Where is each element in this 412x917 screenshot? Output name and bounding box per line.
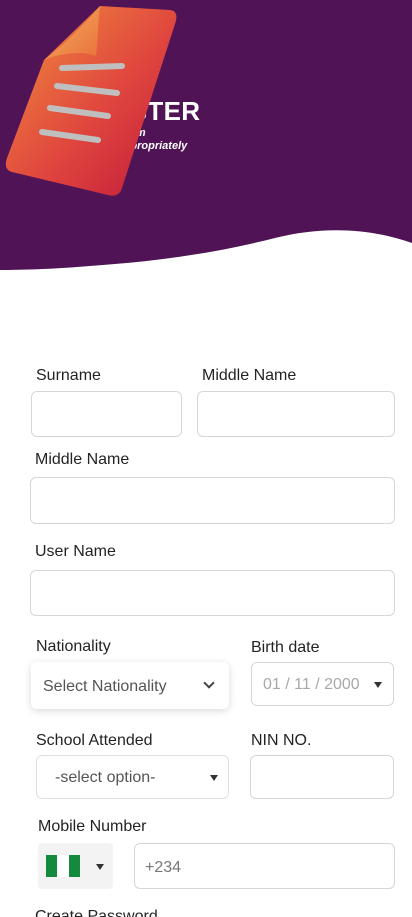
create-password-label: Create Password bbox=[35, 908, 158, 917]
country-code-picker[interactable] bbox=[38, 843, 113, 889]
school-label: School Attended bbox=[36, 732, 153, 749]
dropdown-caret-icon bbox=[374, 682, 382, 688]
nin-field[interactable] bbox=[250, 755, 394, 799]
mobile-number-field[interactable]: +234 bbox=[134, 843, 395, 889]
user-name-field[interactable] bbox=[30, 570, 395, 616]
dropdown-caret-icon bbox=[96, 864, 104, 870]
birth-date-label: Birth date bbox=[251, 639, 320, 656]
nationality-selected: Select Nationality bbox=[43, 678, 167, 695]
nationality-label: Nationality bbox=[36, 638, 111, 655]
chevron-down-icon bbox=[203, 677, 215, 689]
middle-name-field[interactable] bbox=[30, 477, 395, 524]
surname-field[interactable] bbox=[31, 391, 182, 437]
surname-label: Surname bbox=[36, 367, 101, 384]
school-select[interactable]: -select option- bbox=[36, 755, 229, 799]
dropdown-caret-icon bbox=[210, 775, 218, 781]
country-code-text: +234 bbox=[145, 859, 182, 876]
nigeria-flag-icon bbox=[46, 855, 80, 877]
birth-date-value: 01 / 11 / 2000 bbox=[263, 676, 360, 693]
document-illustration-icon bbox=[5, 6, 177, 196]
school-selected: -select option- bbox=[55, 769, 156, 786]
nin-label: NIN NO. bbox=[251, 732, 312, 749]
middle-name-top-label: Middle Name bbox=[202, 367, 297, 384]
nationality-select[interactable]: Select Nationality bbox=[31, 662, 229, 709]
user-name-label: User Name bbox=[35, 543, 116, 560]
middle-name-top-field[interactable] bbox=[197, 391, 395, 437]
header-banner: REGISTER New User Form Kindly fill appro… bbox=[0, 0, 412, 280]
middle-name-label: Middle Name bbox=[35, 451, 130, 468]
mobile-label: Mobile Number bbox=[38, 818, 147, 835]
birth-date-picker[interactable]: 01 / 11 / 2000 bbox=[251, 662, 394, 706]
